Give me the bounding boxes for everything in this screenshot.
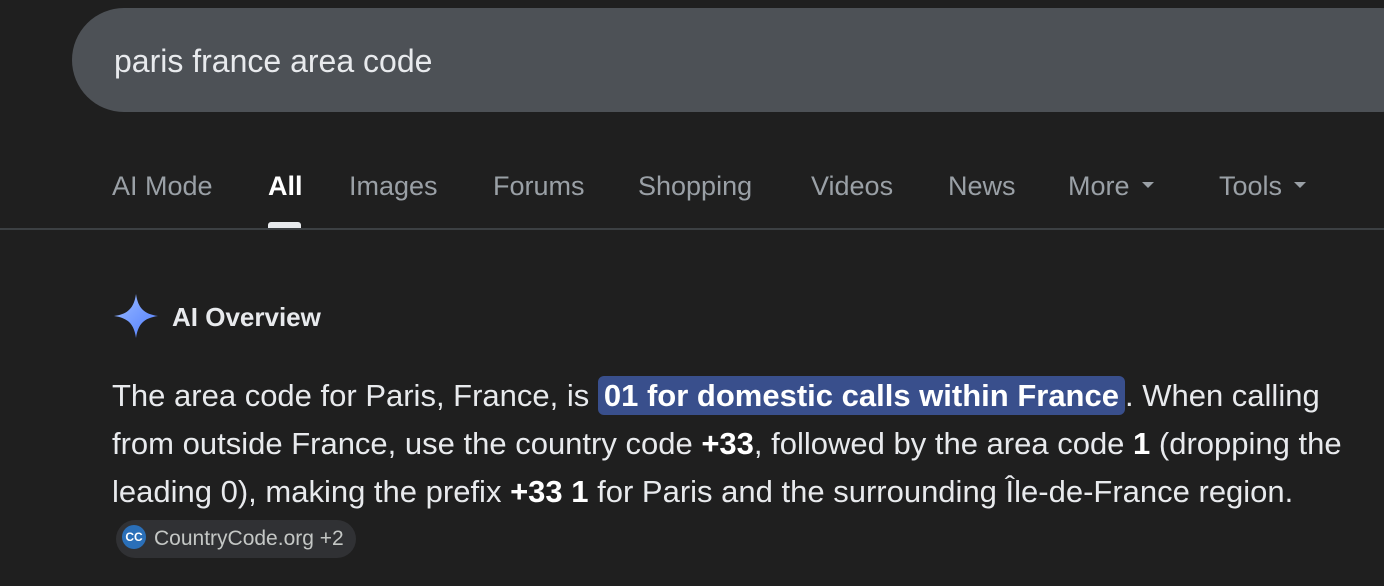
tab-news[interactable]: News: [948, 169, 1016, 203]
tab-all[interactable]: All: [268, 169, 303, 203]
tab-ai-mode[interactable]: AI Mode: [112, 169, 213, 203]
tab-videos[interactable]: Videos: [811, 169, 893, 203]
tab-shopping[interactable]: Shopping: [638, 169, 752, 203]
tabs-divider: [0, 228, 1384, 230]
tab-forums[interactable]: Forums: [493, 169, 585, 203]
search-tabs: AI Mode All Images Forums Shopping Video…: [0, 160, 1384, 230]
countrycode-logo-icon: CC: [122, 525, 146, 550]
sparkle-icon: [114, 294, 158, 338]
paris-prefix: +33 1: [510, 474, 589, 509]
ai-overview-title: AI Overview: [172, 302, 321, 332]
overview-text-5: for Paris and the surrounding Île-de-Fra…: [588, 474, 1294, 509]
country-code: +33: [701, 426, 754, 461]
tab-more-label: More: [1068, 171, 1130, 201]
overview-highlight: 01 for domestic calls within France: [597, 376, 1125, 415]
chevron-down-icon: [1294, 181, 1307, 188]
chevron-down-icon: [1141, 181, 1154, 188]
search-bar[interactable]: paris france area code: [72, 8, 1384, 112]
search-results-page: paris france area code AI Mode All Image…: [0, 0, 1384, 586]
area-code: 1: [1133, 426, 1151, 461]
tab-images[interactable]: Images: [349, 169, 438, 203]
overview-text-1: The area code for Paris, France, is: [112, 378, 598, 413]
tab-tools-label: Tools: [1219, 171, 1283, 201]
source-label: CountryCode.org +2: [154, 526, 344, 550]
overview-text-3: , followed by the area code: [753, 426, 1134, 461]
search-input[interactable]: paris france area code: [114, 41, 432, 81]
source-chip[interactable]: CC CountryCode.org +2: [116, 519, 356, 558]
ai-overview-text: The area code for Paris, France, is 01 f…: [112, 372, 1372, 564]
tab-more[interactable]: More: [1068, 169, 1154, 203]
tab-tools[interactable]: Tools: [1219, 169, 1307, 203]
